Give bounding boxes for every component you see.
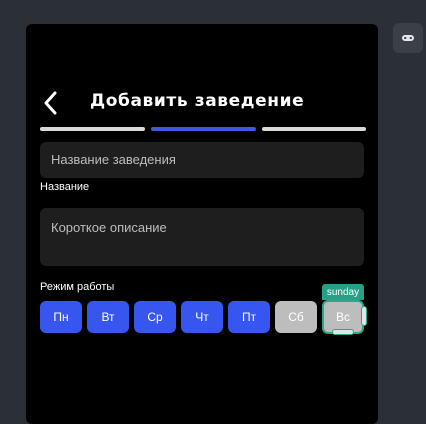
page-title: Добавить заведение (90, 91, 305, 111)
resize-handle-bottom[interactable] (332, 329, 354, 335)
resize-handle-right[interactable] (361, 306, 367, 326)
progress-step-3 (262, 127, 366, 131)
venue-name-input[interactable]: Название заведения (40, 142, 364, 178)
day-button-tue[interactable]: Вт (87, 301, 129, 333)
day-button-sat[interactable]: Сб (275, 301, 317, 333)
day-button-mon[interactable]: Пн (40, 301, 82, 333)
chevron-left-icon[interactable] (42, 91, 62, 115)
toggle-icon (402, 35, 414, 41)
venue-name-label: Название (40, 181, 90, 193)
day-button-wed[interactable]: Ср (134, 301, 176, 333)
progress-step-2 (151, 127, 256, 131)
schedule-label: Режим работы (40, 281, 115, 293)
progress-step-1 (40, 127, 145, 131)
short-description-input[interactable]: Короткое описание (40, 208, 364, 266)
selection-tag: sunday (322, 284, 364, 300)
device-toggle-button[interactable] (393, 23, 423, 53)
day-button-fri[interactable]: Пт (228, 301, 270, 333)
day-button-thu[interactable]: Чт (181, 301, 223, 333)
